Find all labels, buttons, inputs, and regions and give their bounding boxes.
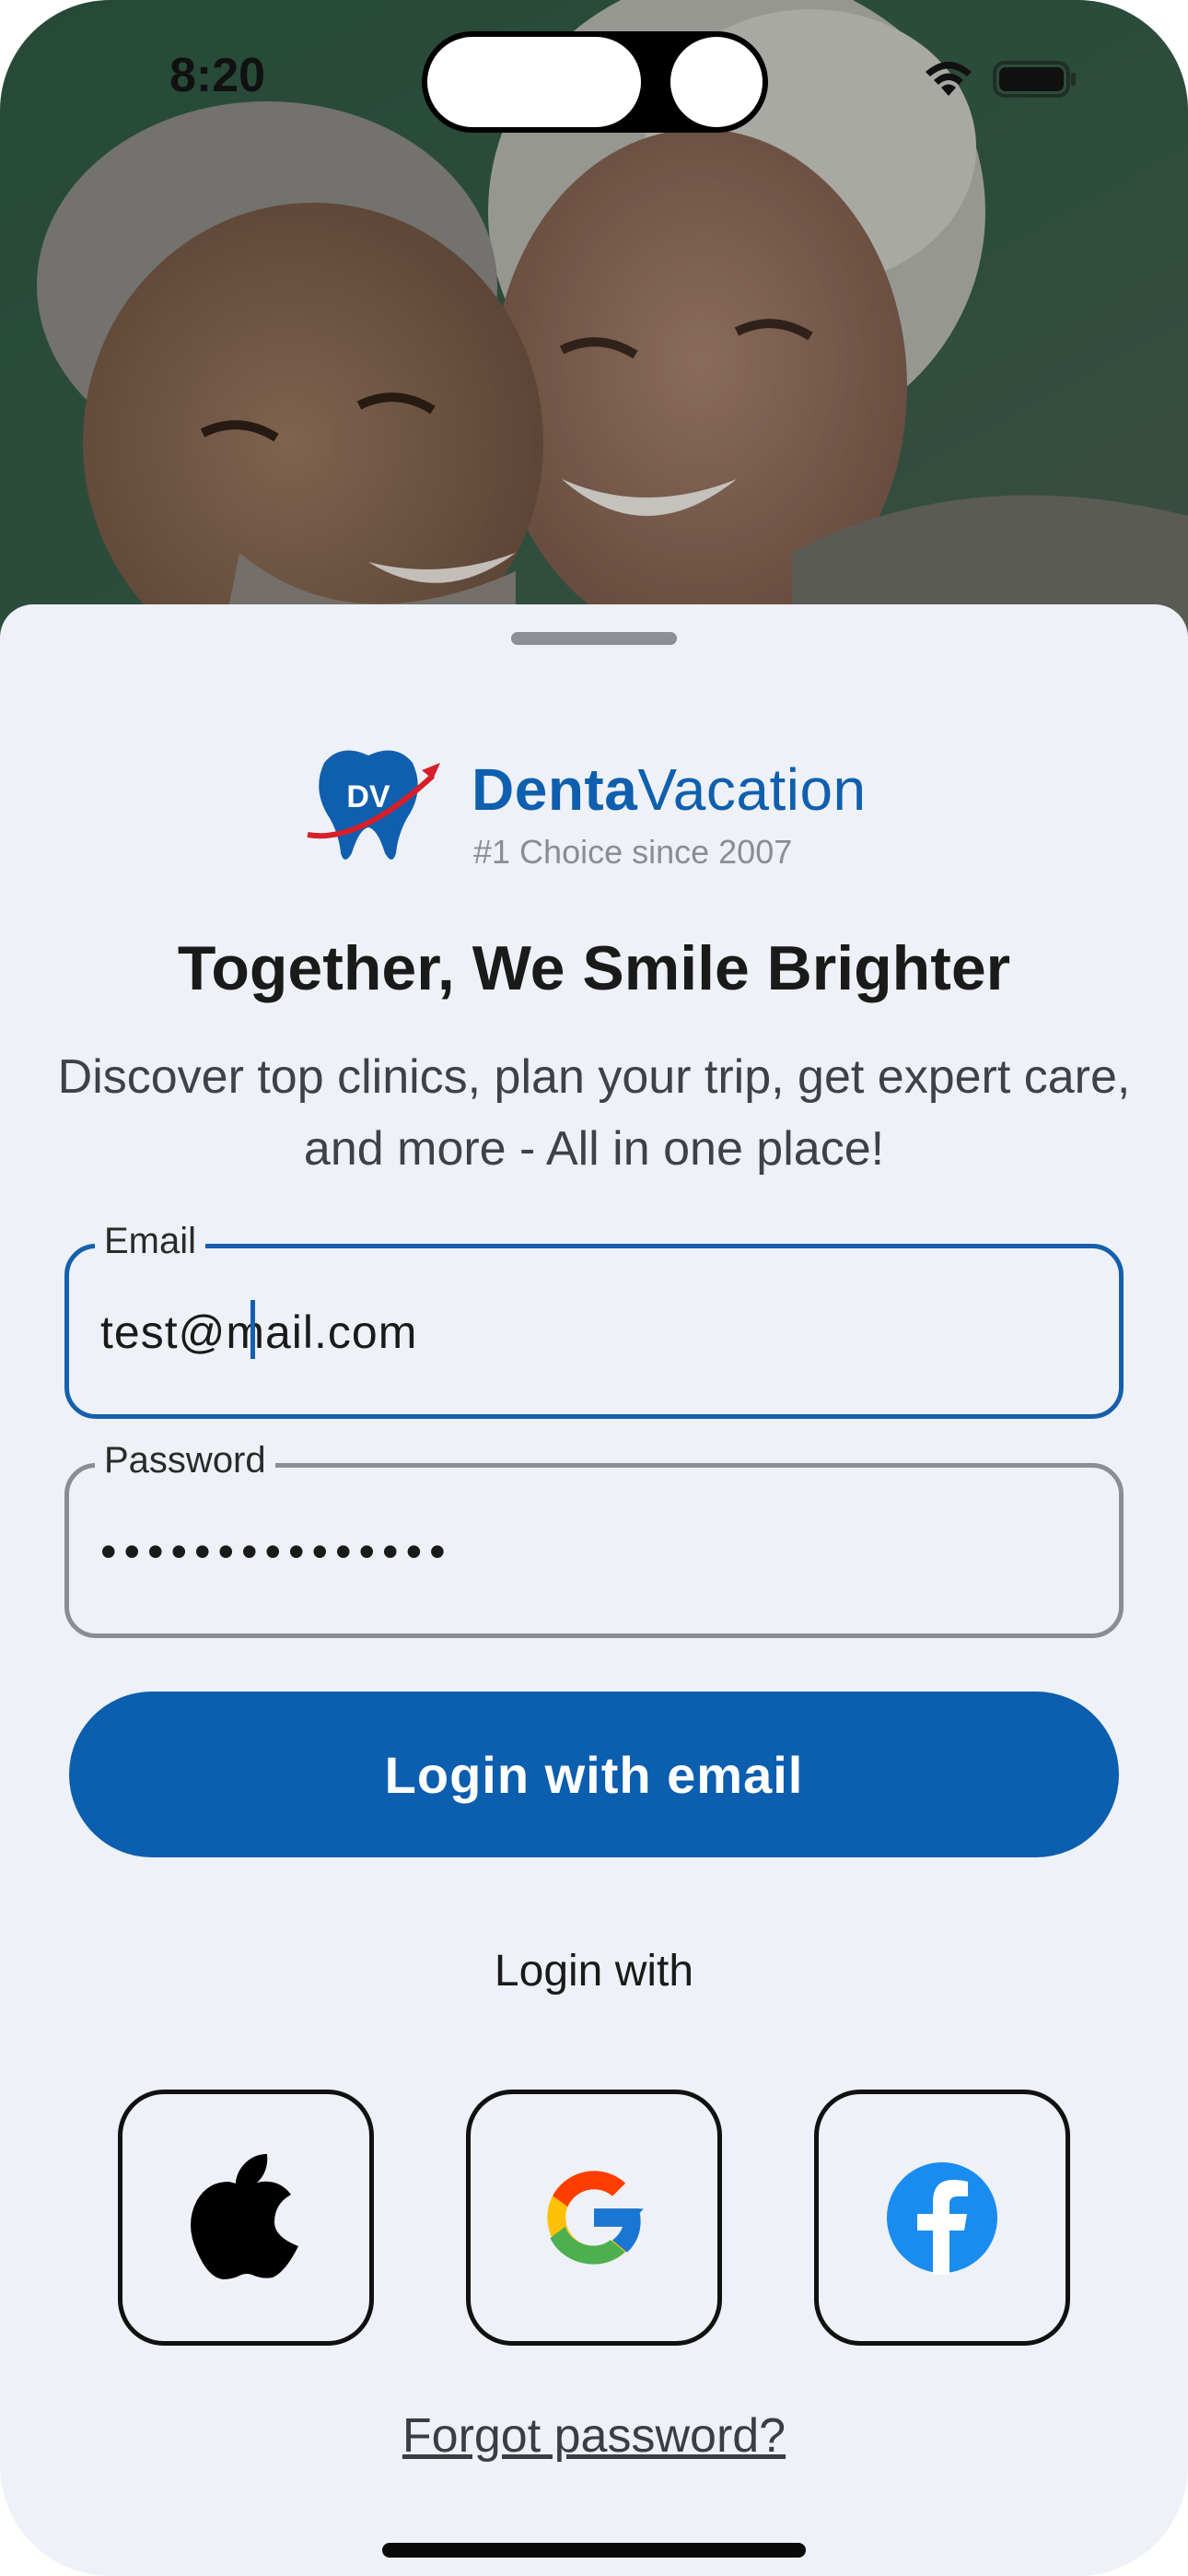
password-value: •••••••••••••••: [100, 1526, 453, 1577]
login-screen: 8:20 DV DentaVacation #1 Choice since 20…: [0, 0, 1188, 2576]
apple-icon: [191, 2154, 298, 2279]
home-indicator[interactable]: [382, 2543, 806, 2558]
email-label: Email: [95, 1221, 206, 1262]
google-login-button[interactable]: [466, 2090, 722, 2346]
sheet-grabber[interactable]: [511, 632, 677, 645]
svg-text:DV: DV: [346, 779, 390, 814]
text-caret: [250, 1300, 255, 1359]
headline: Together, We Smile Brighter: [177, 933, 1011, 1003]
battery-icon: [993, 61, 1076, 98]
dynamic-island: [422, 31, 768, 133]
password-field[interactable]: Password •••••••••••••••: [64, 1440, 1124, 1638]
wifi-icon: [926, 62, 972, 96]
subtext: Discover top clinics, plan your trip, ge…: [57, 1050, 1131, 1176]
brand-name: DentaVacation: [472, 756, 867, 823]
login-sheet: DV DentaVacation #1 Choice since 2007 To…: [0, 604, 1188, 2576]
login-with-email-button[interactable]: Login with email: [69, 1692, 1119, 1857]
brand-logo: DV DentaVacation #1 Choice since 2007: [304, 743, 893, 872]
tooth-logo-icon: DV: [307, 750, 440, 860]
google-icon: [547, 2171, 644, 2265]
email-field[interactable]: Email test@mail.com: [64, 1221, 1124, 1419]
facebook-login-button[interactable]: [814, 2090, 1070, 2346]
status-time: 8:20: [169, 49, 266, 102]
password-label: Password: [95, 1440, 275, 1481]
status-icons: [921, 59, 1077, 100]
email-value: test@mail.com: [100, 1306, 418, 1358]
brand-tagline: #1 Choice since 2007: [473, 833, 793, 871]
forgot-password-link[interactable]: Forgot password?: [0, 2408, 1188, 2464]
facebook-icon: [887, 2162, 997, 2275]
apple-login-button[interactable]: [118, 2090, 374, 2346]
login-with-label: Login with: [494, 1947, 694, 1996]
